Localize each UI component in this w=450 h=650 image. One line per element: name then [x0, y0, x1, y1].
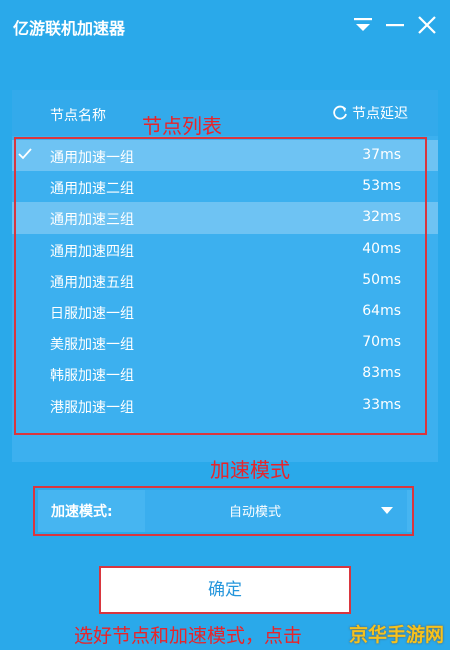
list-header: 节点名称 节点延迟: [12, 90, 438, 136]
close-icon[interactable]: [416, 14, 438, 36]
node-list-highlight-box: [14, 137, 427, 435]
minimize-icon[interactable]: [384, 14, 406, 36]
confirm-button[interactable]: 确定: [99, 566, 351, 614]
dropdown-arrow-icon: [381, 507, 393, 514]
accel-mode-value: 自动模式: [228, 505, 281, 520]
node-list-annotation: 节点列表: [142, 114, 222, 138]
instruction-annotation: 选好节点和加速模式，点击: [74, 625, 303, 647]
accel-mode-annotation: 加速模式: [210, 458, 290, 482]
refresh-latency-button[interactable]: 节点延迟: [332, 103, 408, 123]
accel-mode-bar: 加速模式: 自动模式: [38, 490, 412, 532]
app-title: 亿游联机加速器: [13, 19, 126, 38]
accel-mode-dropdown[interactable]: 自动模式: [145, 490, 407, 532]
refresh-icon: [333, 105, 347, 120]
accel-mode-label: 加速模式:: [51, 504, 113, 520]
latency-label: 节点延迟: [352, 106, 408, 122]
site-watermark: 京华手游网: [348, 624, 444, 646]
title-bar: 亿游联机加速器: [0, 0, 450, 52]
menu-icon[interactable]: [352, 14, 374, 36]
node-name-column-header: 节点名称: [50, 108, 106, 124]
